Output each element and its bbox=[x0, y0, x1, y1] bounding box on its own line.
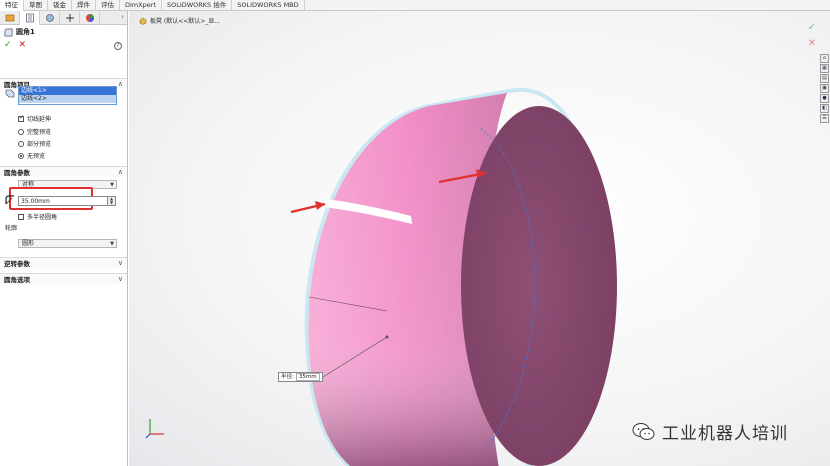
configuration-icon bbox=[45, 14, 54, 22]
fillet-params-title: 圆角参数 bbox=[4, 169, 30, 177]
radius-icon bbox=[5, 195, 14, 205]
axis-triad bbox=[145, 419, 164, 439]
callout-anchor bbox=[385, 335, 389, 339]
checkbox-checked[interactable] bbox=[18, 114, 24, 122]
chevron-down-icon: ▼ bbox=[110, 241, 114, 247]
dimxpert-tab[interactable] bbox=[60, 11, 80, 25]
tab-mbd[interactable]: SOLIDWORKS MBD bbox=[232, 0, 305, 11]
ok-button[interactable]: ✓ bbox=[4, 40, 12, 50]
radius-input[interactable]: 35.00mm bbox=[18, 196, 108, 206]
color-wheel-icon bbox=[85, 14, 94, 22]
radius-callout-label: 半径: bbox=[281, 374, 294, 380]
crosshair-icon bbox=[65, 14, 74, 22]
previous-view-icon[interactable]: ↶ bbox=[412, 11, 422, 13]
edge-selection-list[interactable]: 边线<1> 边线<2> bbox=[18, 86, 117, 105]
fillet-icon bbox=[4, 28, 13, 36]
hide-show-icon[interactable]: ◉ bbox=[468, 11, 478, 13]
checkbox-unchecked[interactable] bbox=[18, 213, 24, 220]
profile-value: 圆形 bbox=[22, 240, 35, 247]
view-orientation-icon[interactable]: ◈ bbox=[440, 11, 450, 13]
display-style-icon[interactable]: ◩ bbox=[454, 11, 464, 13]
radius-callout-value[interactable]: 35mm bbox=[295, 373, 320, 381]
profile-dropdown[interactable]: 圆形 ▼ bbox=[18, 239, 117, 248]
no-preview-radio[interactable]: 无预览 bbox=[18, 151, 45, 160]
radio-button[interactable] bbox=[18, 140, 24, 147]
panel-expand-icon[interactable]: › bbox=[121, 13, 124, 21]
profile-label: 轮廓 bbox=[5, 225, 18, 232]
tangent-propagation-label: 切线延伸 bbox=[27, 116, 52, 123]
configuration-tab[interactable] bbox=[40, 11, 60, 25]
full-preview-label: 完整预览 bbox=[27, 129, 52, 136]
display-tab[interactable] bbox=[80, 11, 100, 25]
tab-addins[interactable]: SOLIDWORKS 插件 bbox=[162, 0, 233, 11]
reverse-params-section[interactable]: 逆转参数 ∨ bbox=[0, 257, 127, 268]
fillet-options-section[interactable]: 圆角选项 ∨ bbox=[0, 273, 127, 284]
feature-title: 圆角1 bbox=[16, 28, 35, 36]
confirm-row: ✓ ✕ bbox=[0, 39, 127, 51]
tangent-propagation-checkbox[interactable]: 切线延伸 bbox=[18, 114, 51, 123]
feature-header: 圆角1 bbox=[0, 25, 127, 39]
wechat-icon bbox=[632, 422, 655, 440]
reverse-params-title: 逆转参数 bbox=[4, 260, 30, 268]
zoom-fit-icon[interactable]: ⌕ bbox=[384, 11, 394, 13]
property-list-icon bbox=[25, 13, 34, 23]
tab-weldments[interactable]: 焊件 bbox=[72, 0, 96, 11]
no-preview-label: 无预览 bbox=[27, 153, 46, 160]
tab-features[interactable]: 特征 bbox=[0, 0, 24, 11]
ring-front-face[interactable] bbox=[461, 106, 617, 466]
help-button[interactable]: ? bbox=[114, 42, 122, 50]
watermark: 工业机器人培训 bbox=[632, 419, 788, 444]
fillet-params-section[interactable]: 圆角参数 ∧ bbox=[0, 166, 127, 177]
chevron-down-icon: ∨ bbox=[117, 259, 123, 267]
full-preview-radio[interactable]: 完整预览 bbox=[18, 127, 51, 136]
radio-button[interactable] bbox=[18, 128, 24, 135]
radio-button-selected[interactable] bbox=[18, 152, 24, 159]
heads-up-toolbar: ⌕ ⊕ ↶ ◫ ◈ ◩ ◉ ● ◎ ▭ bbox=[384, 11, 520, 15]
appearance-icon[interactable]: ● bbox=[482, 11, 492, 13]
tab-dimxpert[interactable]: DimXpert bbox=[120, 0, 162, 11]
property-manager-tab[interactable] bbox=[20, 11, 40, 25]
part-model[interactable] bbox=[129, 11, 830, 466]
radius-spinner[interactable]: ▲ ▼ bbox=[108, 196, 116, 206]
selection-item[interactable]: 边线<2> bbox=[19, 95, 116, 103]
chevron-down-icon: ∨ bbox=[117, 275, 123, 283]
chevron-down-icon: ▼ bbox=[110, 182, 114, 188]
section-view-icon[interactable]: ◫ bbox=[426, 11, 436, 13]
partial-preview-radio[interactable]: 部分预览 bbox=[18, 139, 51, 148]
graphics-viewport[interactable]: 板凳 (默认<<默认>_显... ✓ ✕ ⌂ ▦ ▤ ▣ ● ◧ ☰ bbox=[129, 11, 830, 466]
edge-select-icon bbox=[5, 89, 15, 98]
scene-icon[interactable]: ◎ bbox=[496, 11, 506, 13]
watermark-text: 工业机器人培训 bbox=[662, 424, 788, 444]
chevron-up-icon: ∧ bbox=[117, 80, 123, 88]
multi-radius-label: 多半径圆角 bbox=[27, 214, 58, 221]
partial-preview-label: 部分预览 bbox=[27, 141, 52, 148]
chevron-up-icon: ∧ bbox=[117, 168, 123, 176]
multi-radius-checkbox[interactable]: 多半径圆角 bbox=[18, 212, 57, 221]
tab-sketch[interactable]: 草图 bbox=[24, 0, 48, 11]
tab-sheet-metal[interactable]: 钣金 bbox=[48, 0, 72, 11]
cancel-button[interactable]: ✕ bbox=[19, 40, 27, 50]
zoom-area-icon[interactable]: ⊕ bbox=[398, 11, 408, 13]
view-settings-icon[interactable]: ▭ bbox=[510, 11, 520, 13]
radius-callout[interactable]: 半径: 35mm bbox=[278, 372, 323, 382]
manager-tabs bbox=[0, 11, 127, 25]
fillet-options-title: 圆角选项 bbox=[4, 276, 30, 284]
tab-evaluate[interactable]: 评估 bbox=[96, 0, 120, 11]
selection-item[interactable]: 边线<1> bbox=[19, 87, 116, 95]
feature-tree-tab[interactable] bbox=[0, 11, 20, 25]
command-manager-tabs: 特征 草图 钣金 焊件 评估 DimXpert SOLIDWORKS 插件 SO… bbox=[0, 0, 830, 11]
feature-tree-icon bbox=[5, 14, 14, 22]
